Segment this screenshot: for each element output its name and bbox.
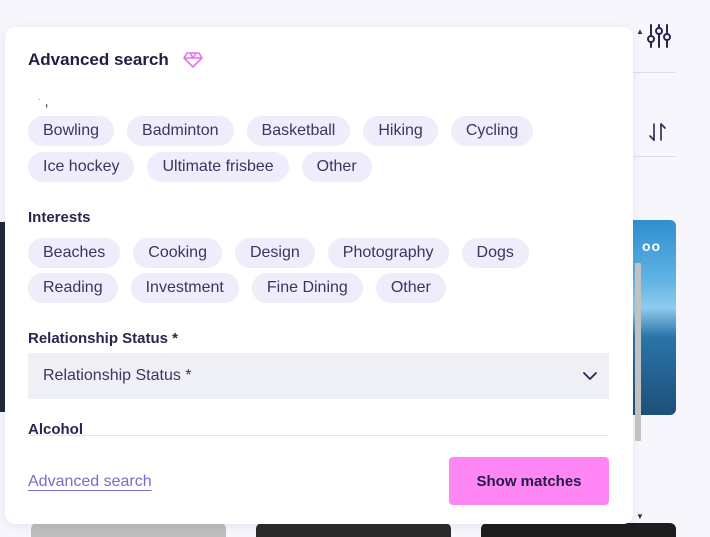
chip-ultimate-frisbee[interactable]: Ultimate frisbee <box>147 152 289 182</box>
interests-chips-row: Beaches Cooking Design Photography Dogs <box>28 238 529 268</box>
relationship-status-select[interactable]: Relationship Status * <box>28 353 609 399</box>
scrollbar-thumb[interactable] <box>635 263 641 441</box>
sports-chips-row: Ice hockey Ultimate frisbee Other <box>28 152 372 182</box>
gem-icon <box>182 52 203 68</box>
chevron-down-icon <box>583 372 597 380</box>
chip-design[interactable]: Design <box>234 238 315 268</box>
sort-icon[interactable] <box>648 120 668 144</box>
advanced-search-link[interactable]: Advanced search <box>28 473 152 491</box>
chip-beaches[interactable]: Beaches <box>28 238 121 268</box>
show-matches-button[interactable]: Show matches <box>449 457 609 505</box>
sports-chips-row: Bowling Badminton Basketball Hiking Cycl… <box>28 116 534 146</box>
filters-scroll-area[interactable]: ' , Bowling Badminton Basketball Hiking … <box>5 99 633 435</box>
chip-dogs[interactable]: Dogs <box>461 238 529 268</box>
sliders-icon[interactable] <box>645 22 673 50</box>
chip-hiking[interactable]: Hiking <box>363 116 438 146</box>
sports-label: ' , <box>38 99 49 109</box>
background-profile-card[interactable] <box>481 523 676 537</box>
chip-other-interests[interactable]: Other <box>375 273 446 303</box>
chip-bowling[interactable]: Bowling <box>28 116 115 146</box>
modal-header: Advanced search <box>28 50 203 70</box>
chip-cycling[interactable]: Cycling <box>450 116 534 146</box>
card-badge: oo <box>642 238 662 254</box>
modal-scrollbar[interactable]: ▲ ▼ <box>633 27 644 524</box>
chip-reading[interactable]: Reading <box>28 273 118 303</box>
chip-badminton[interactable]: Badminton <box>127 116 234 146</box>
footer-divider <box>28 435 609 436</box>
scroll-up-icon[interactable]: ▲ <box>636 27 644 36</box>
chip-cooking[interactable]: Cooking <box>133 238 222 268</box>
interests-chips-row: Reading Investment Fine Dining Other <box>28 273 446 303</box>
relationship-status-value: Relationship Status * <box>43 367 192 384</box>
chip-fine-dining[interactable]: Fine Dining <box>251 273 363 303</box>
chip-photography[interactable]: Photography <box>327 238 449 268</box>
background-profile-card[interactable] <box>31 523 226 537</box>
chip-investment[interactable]: Investment <box>130 273 239 303</box>
alcohol-label: Alcohol <box>28 421 83 435</box>
background-profile-card[interactable] <box>256 523 451 537</box>
chip-other-sports[interactable]: Other <box>301 152 372 182</box>
relationship-status-label: Relationship Status * <box>28 330 179 347</box>
interests-label: Interests <box>28 209 91 226</box>
chip-basketball[interactable]: Basketball <box>246 116 351 146</box>
chip-ice-hockey[interactable]: Ice hockey <box>28 152 135 182</box>
scroll-down-icon[interactable]: ▼ <box>636 512 644 521</box>
modal-title: Advanced search <box>28 50 169 69</box>
advanced-search-modal: Advanced search ' , Bowling Badminton Ba… <box>5 27 633 524</box>
